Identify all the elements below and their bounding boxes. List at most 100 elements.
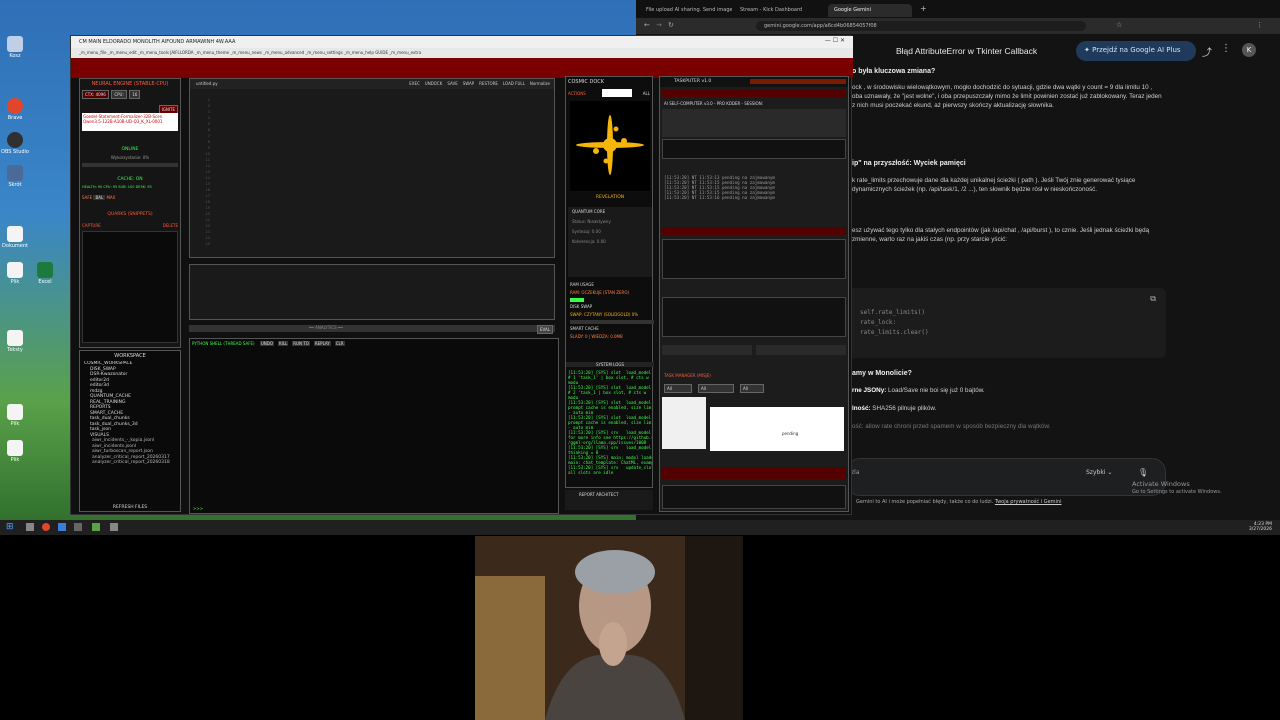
max-mode-button[interactable]: MAX xyxy=(106,195,115,200)
app-taskbar-icon[interactable] xyxy=(74,523,82,531)
tree-item[interactable]: analyzer_critical_report_20260318 xyxy=(84,460,176,466)
desktop-icon-shortcut[interactable]: Skrót xyxy=(0,165,30,188)
editor-toolbar-button[interactable]: Normalize xyxy=(530,81,550,86)
sparkle-icon: ✦ xyxy=(1084,46,1093,54)
avatar[interactable]: K xyxy=(1242,43,1256,57)
app-taskbar-icon[interactable] xyxy=(110,523,118,531)
editor-toolbar-button[interactable]: LOAD FULL xyxy=(503,81,525,86)
all-filter[interactable]: ALL xyxy=(643,91,650,96)
filter-dropdown[interactable]: All xyxy=(664,384,692,393)
shell-toolbar-button[interactable]: KILL xyxy=(278,341,289,346)
balanced-mode-button[interactable]: BAL xyxy=(93,195,106,200)
desktop-icon-brave[interactable]: Brave xyxy=(0,98,30,121)
app-menubar[interactable]: _m_menu_file _m_menu_edit _m_menu_tools … xyxy=(71,48,853,58)
windows-start-icon[interactable]: ⊞ xyxy=(6,522,14,532)
desktop-icon-obs[interactable]: OBS Studio xyxy=(0,132,30,155)
browser-tab[interactable]: Stream - Kick Dashboard xyxy=(734,4,824,17)
code-textarea[interactable] xyxy=(216,93,550,253)
browser-tab-active[interactable]: Google Gemini xyxy=(828,4,912,17)
capture-button[interactable]: CAPTURE xyxy=(82,223,101,228)
shell-toolbar-button[interactable]: UNDO xyxy=(259,341,275,346)
report-architect-button[interactable]: REPORT ARCHITECT xyxy=(579,492,619,497)
address-input[interactable]: gemini.google.com/app/a6cd4b06854057f08 xyxy=(756,21,1086,31)
desktop-icon-file[interactable]: Plik xyxy=(0,262,30,285)
browser-tab[interactable]: File upload AI sharing. Send image an xyxy=(640,4,732,17)
webcam-furniture xyxy=(475,576,545,720)
app-taskbar-icon[interactable] xyxy=(92,523,100,531)
app-taskbar-icon[interactable] xyxy=(58,523,66,531)
filter-dropdown[interactable]: All xyxy=(698,384,734,393)
agent-controls[interactable] xyxy=(662,227,846,235)
code-line: rate_limits.clear() xyxy=(860,329,929,336)
actions-button[interactable]: ACTIONS xyxy=(568,91,586,96)
eval-button[interactable]: EVAL xyxy=(537,325,553,334)
taskputer-tabs[interactable] xyxy=(750,79,846,84)
microphone-icon[interactable]: 🎙 xyxy=(1138,468,1148,477)
privacy-link[interactable]: Twoja prywatność i Gemini xyxy=(995,499,1062,505)
forward-icon[interactable]: → xyxy=(656,21,662,29)
copy-code-icon[interactable]: ⧉ xyxy=(1150,294,1156,304)
safe-mode-button[interactable]: SAFE xyxy=(82,195,92,200)
desktop-icon-file2[interactable]: Plik xyxy=(0,404,30,427)
search-field[interactable] xyxy=(662,345,752,355)
editor-toolbar-button[interactable]: EXEC xyxy=(409,81,420,86)
shell-toolbar-button[interactable]: REPLAY xyxy=(313,341,331,346)
dock-selector[interactable] xyxy=(602,89,632,97)
conversation-title: Błąd AttributeError w Tkinter Callback xyxy=(896,46,1038,56)
prompt-input[interactable]: zla xyxy=(846,458,1166,496)
task-actions[interactable] xyxy=(662,467,846,479)
shell-toolbar-button[interactable]: CLR xyxy=(334,341,345,346)
upgrade-plus-button[interactable]: ✦ Przejdź na Google AI Plus xyxy=(1076,41,1196,61)
desktop-icon-text[interactable]: Teksty xyxy=(0,330,30,353)
model-selector[interactable]: Goedel-Statement-Formalizer-32B-Scen Qwe… xyxy=(82,113,178,131)
filter-field[interactable] xyxy=(756,345,846,355)
task-list[interactable] xyxy=(662,397,706,449)
editor-toolbar-button[interactable]: SAVE xyxy=(447,81,457,86)
filter-dropdown[interactable]: All xyxy=(740,384,764,393)
recycle-bin-icon xyxy=(7,36,23,52)
desktop-icon-doc[interactable]: Dokument xyxy=(0,226,30,249)
taskputer-panel: TASKPUTER v1.0 AI SELF-COMPUTER v3.0 - P… xyxy=(659,76,849,512)
output-panel[interactable] xyxy=(189,264,555,320)
shell-toolbar-button[interactable]: RUN TO xyxy=(292,341,310,346)
quantum-synteza: Syntezuj: 0.00 xyxy=(572,229,601,234)
snippets-list[interactable] xyxy=(82,231,178,343)
editor-toolbar-button[interactable]: SWAP xyxy=(463,81,474,86)
system-log-output[interactable]: [11:53:20] [SYS] slot load_model # 1 'ta… xyxy=(568,370,652,486)
reload-icon[interactable]: ↻ xyxy=(668,21,674,29)
app-titlebar: CM MAIN ELDORADO MONOLITH AIFOUND ARMAWI… xyxy=(71,36,853,48)
quantum-status: Status: Nieaktywny xyxy=(572,219,611,224)
editor-toolbar-button[interactable]: UNDOCK xyxy=(425,81,443,86)
cpu-threads-field[interactable]: 16 xyxy=(129,90,141,99)
address-bar-row: ← → ↻ gemini.google.com/app/a6cd4b068540… xyxy=(636,18,1280,34)
share-icon[interactable]: ⤴ xyxy=(1202,44,1212,59)
back-icon[interactable]: ← xyxy=(644,21,650,29)
live-analytics xyxy=(662,297,846,337)
search-icon[interactable] xyxy=(26,523,34,531)
system-clock[interactable]: 4:23 PM 3/27/2026 xyxy=(1249,522,1272,532)
new-tab-icon[interactable]: + xyxy=(920,4,927,13)
task-manager-title: TASK MANAGER (MISJE) xyxy=(664,373,711,378)
swap-bar xyxy=(570,320,654,324)
taskputer-controls[interactable] xyxy=(662,89,846,97)
delete-button[interactable]: DELETE xyxy=(163,223,178,228)
agent-output[interactable] xyxy=(662,239,846,279)
model-speed-dropdown[interactable]: Szybki ⌄ xyxy=(1086,469,1112,476)
desktop-icon-recycle[interactable]: Kosz xyxy=(0,36,30,59)
window-controls[interactable]: — ☐ ✕ xyxy=(825,37,845,44)
browser-menu-icon[interactable]: ⋮ xyxy=(1256,21,1263,29)
refresh-files-button[interactable]: REFRESH FILES xyxy=(80,505,180,510)
visual-node xyxy=(593,148,599,154)
system-logs-title: SYSTEM LOGS xyxy=(566,362,654,367)
session-boxes xyxy=(662,139,846,159)
editor-tab[interactable]: untitled.py xyxy=(196,81,218,86)
star-icon[interactable]: ☆ xyxy=(1116,21,1122,29)
desktop-icon-file3[interactable]: Plik xyxy=(0,440,30,463)
more-options-icon[interactable]: ⋮ xyxy=(1221,43,1231,54)
brave-taskbar-icon[interactable] xyxy=(42,523,50,531)
desktop-icon-excel[interactable]: Excel xyxy=(30,262,60,285)
editor-toolbar-button[interactable]: RESTORE xyxy=(479,81,498,86)
shell-output[interactable] xyxy=(190,349,558,505)
ctx-selector[interactable]: CTX: 4096 xyxy=(82,90,109,99)
ram-bar xyxy=(570,298,584,302)
